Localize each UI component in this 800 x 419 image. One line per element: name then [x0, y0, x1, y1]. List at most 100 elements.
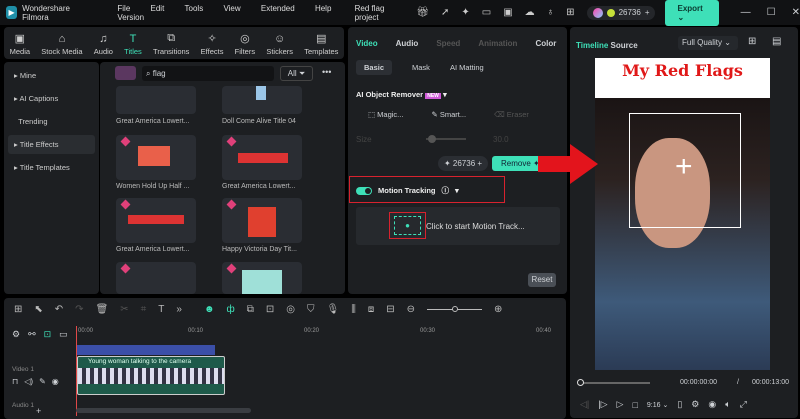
- zoom-slider[interactable]: [426, 306, 482, 312]
- menu-view[interactable]: View: [223, 4, 240, 13]
- tab-stock-media[interactable]: ⌂ Stock Media: [41, 33, 82, 56]
- motion-track-hint[interactable]: Click to start Motion Track...: [426, 222, 525, 231]
- apps-icon[interactable]: ⊞: [566, 7, 574, 18]
- ai-copilot-icon[interactable]: ☻: [204, 304, 215, 315]
- minimize-icon[interactable]: —: [741, 7, 751, 18]
- more-icon[interactable]: •••: [322, 67, 331, 77]
- eraser-tool[interactable]: ⌫ Eraser: [494, 110, 529, 119]
- title-card[interactable]: [116, 135, 196, 180]
- export-button[interactable]: Export ⌄: [665, 0, 719, 26]
- tab-audio[interactable]: ♫ Audio: [94, 33, 113, 56]
- menu-help[interactable]: Help: [315, 4, 331, 13]
- reset-button[interactable]: Reset: [528, 273, 556, 287]
- video-preview[interactable]: My Red Flags +: [595, 58, 770, 370]
- sidebar-item-ai-captions[interactable]: ▸ AI Captions: [8, 89, 95, 108]
- play-icon[interactable]: ▷: [617, 399, 624, 410]
- menu-extended[interactable]: Extended: [261, 4, 295, 13]
- add-credits-icon[interactable]: +: [645, 8, 650, 17]
- size-slider[interactable]: [426, 135, 466, 143]
- stop-icon[interactable]: □: [632, 400, 637, 410]
- volume-icon[interactable]: 🔈︎: [725, 399, 730, 410]
- device-icon[interactable]: ▯: [677, 399, 682, 410]
- cloud-icon[interactable]: ☁: [525, 7, 535, 18]
- mask-icon[interactable]: ⛉: [307, 304, 315, 315]
- sidebar-item-title-templates[interactable]: ▸ Title Templates: [8, 158, 95, 177]
- next-frame-icon[interactable]: |▷: [598, 399, 607, 410]
- credits-badge[interactable]: 26736 +: [586, 5, 656, 20]
- lock-icon[interactable]: ⊓: [12, 377, 18, 386]
- layout-icon[interactable]: ⊞: [14, 304, 22, 315]
- speed-icon[interactable]: ◎: [286, 304, 295, 315]
- menu-edit[interactable]: Edit: [151, 4, 165, 13]
- magic-tool[interactable]: ⬚ Magic...: [368, 110, 403, 119]
- rocket-icon[interactable]: ➚: [441, 7, 449, 18]
- waveform-icon[interactable]: ▤: [772, 36, 781, 47]
- maximize-icon[interactable]: ☐: [767, 7, 776, 18]
- sidebar-item-title-effects[interactable]: ▸ Title Effects: [8, 135, 95, 154]
- playback-scrubber[interactable]: [577, 379, 650, 386]
- title-card[interactable]: [222, 86, 302, 114]
- undo-icon[interactable]: ↶: [55, 304, 63, 315]
- title-card[interactable]: [116, 262, 196, 294]
- menu-version[interactable]: Version: [117, 13, 144, 22]
- grid-icon[interactable]: ⊞: [748, 36, 756, 47]
- title-card[interactable]: [116, 198, 196, 243]
- horizontal-scrollbar[interactable]: [76, 408, 251, 413]
- fullscreen-icon[interactable]: ⤢: [740, 399, 747, 410]
- prev-frame-icon[interactable]: ◁|: [580, 399, 589, 410]
- title-card[interactable]: [222, 198, 302, 243]
- settings-icon[interactable]: ⚙: [691, 399, 699, 410]
- dropdown-icon[interactable]: ▾: [455, 186, 459, 195]
- gift-icon[interactable]: 🎁︎: [416, 7, 429, 18]
- save-icon[interactable]: ▣: [503, 7, 512, 18]
- tab-media[interactable]: ▣ Media: [10, 32, 30, 56]
- layout-icon[interactable]: ▭: [482, 7, 491, 18]
- time-ruler[interactable]: 00:00 00:10 00:20 00:30 00:40: [76, 326, 564, 344]
- zoom-in-icon[interactable]: ⊕: [494, 304, 502, 315]
- split-icon[interactable]: ф: [227, 304, 235, 315]
- tab-color[interactable]: Color: [535, 39, 556, 48]
- start-tracking-icon[interactable]: ●: [394, 216, 421, 235]
- tab-titles[interactable]: T Titles: [124, 33, 142, 56]
- replace-icon[interactable]: ⧈: [368, 304, 374, 315]
- image-icon[interactable]: ⊡: [266, 304, 274, 315]
- filter-dropdown[interactable]: All ⏷: [280, 66, 313, 81]
- cut-icon[interactable]: ✂: [120, 304, 128, 315]
- select-icon[interactable]: ⬉: [34, 304, 42, 315]
- more-tools-icon[interactable]: »: [176, 304, 182, 315]
- add-track-icon[interactable]: +: [36, 406, 41, 416]
- zoom-out-icon[interactable]: ⊖: [407, 304, 415, 315]
- tab-transitions[interactable]: ⧉ Transitions: [153, 32, 189, 56]
- tab-timeline[interactable]: Timeline: [576, 41, 608, 50]
- search-input[interactable]: ⌕ flag: [142, 66, 274, 81]
- aspect-ratio-dropdown[interactable]: 9:16 ⌄: [647, 401, 668, 409]
- smart-tool[interactable]: ✎ Smart...: [431, 110, 466, 119]
- menu-tools[interactable]: Tools: [185, 4, 204, 13]
- track-settings-icon[interactable]: ⚙: [12, 329, 20, 340]
- delete-icon[interactable]: 🗑︎: [96, 304, 109, 315]
- subtab-ai-matting[interactable]: AI Matting: [450, 60, 484, 75]
- tab-animation[interactable]: Animation: [478, 39, 517, 48]
- title-card[interactable]: [222, 135, 302, 180]
- tab-source[interactable]: Source: [611, 41, 638, 50]
- tab-effects[interactable]: ✧ Effects: [201, 32, 224, 56]
- sidebar-item-trending[interactable]: Trending: [8, 112, 95, 131]
- title-card[interactable]: [116, 86, 196, 114]
- fit-icon[interactable]: ⊟: [386, 304, 394, 315]
- avatar[interactable]: [592, 7, 603, 18]
- magic-icon[interactable]: ✎: [39, 377, 46, 386]
- crop-icon[interactable]: ⌗: [141, 304, 147, 315]
- tab-stickers[interactable]: ☺ Stickers: [266, 33, 293, 56]
- link-icon[interactable]: ⊡: [44, 329, 52, 340]
- ai-title-button[interactable]: [115, 66, 136, 80]
- motion-track-area[interactable]: ● Click to start Motion Track...: [356, 207, 560, 245]
- text-icon[interactable]: T: [158, 304, 164, 315]
- audio-icon[interactable]: ◁): [24, 377, 33, 386]
- sidebar-item-mine[interactable]: ▸ Mine: [8, 66, 95, 85]
- title-card[interactable]: [222, 262, 302, 294]
- close-icon[interactable]: ✕: [792, 7, 800, 18]
- sticker-icon[interactable]: ⧉: [247, 304, 254, 315]
- video-clip[interactable]: Young woman talking to the camera: [77, 356, 225, 395]
- help-icon[interactable]: ⓘ: [442, 185, 450, 196]
- tab-audio-props[interactable]: Audio: [396, 39, 419, 48]
